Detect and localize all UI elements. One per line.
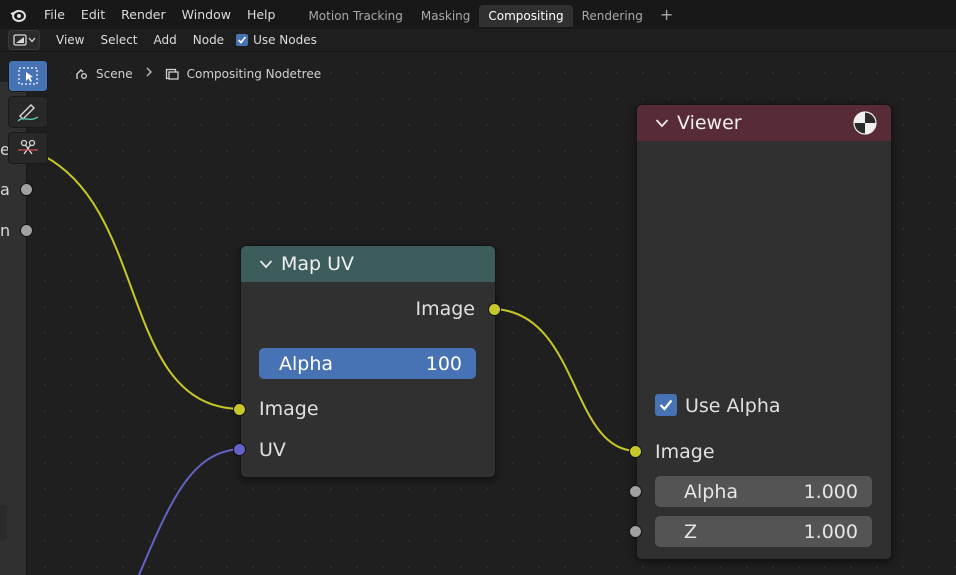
tab-rendering[interactable]: Rendering (573, 5, 652, 27)
tab-motion-tracking[interactable]: Motion Tracking (299, 5, 411, 27)
use-nodes-toggle[interactable]: Use Nodes (232, 33, 317, 47)
map-uv-input-image-label: Image (259, 398, 319, 420)
add-workspace-button[interactable]: + (652, 5, 681, 24)
link-mapuv-to-viewer (494, 308, 637, 452)
annotate-tool[interactable] (8, 96, 48, 128)
breadcrumb-scene[interactable]: Scene (96, 67, 133, 81)
left-node-label-fragment: n (0, 221, 11, 240)
viewer-z-label: Z (684, 520, 698, 543)
viewer-preview-toggle-icon[interactable] (853, 111, 877, 135)
viewer-alpha-label: Alpha (684, 480, 739, 503)
checkmark-icon (238, 36, 247, 44)
menu-window[interactable]: Window (174, 0, 239, 29)
map-uv-output-image-socket[interactable] (488, 303, 501, 316)
use-alpha-label: Use Alpha (685, 395, 781, 417)
blender-logo-icon[interactable] (0, 0, 36, 29)
editor-type-dropdown[interactable] (8, 30, 40, 50)
scissors-icon (18, 139, 38, 155)
map-uv-title: Map UV (281, 253, 355, 275)
link-left-to-mapuv-image (43, 155, 241, 410)
menu-edit[interactable]: Edit (73, 0, 113, 29)
header-menu-select[interactable]: Select (92, 33, 145, 47)
menu-render[interactable]: Render (113, 0, 174, 29)
tab-masking[interactable]: Masking (412, 5, 479, 27)
viewer-title: Viewer (677, 112, 742, 134)
collapse-chevron-icon[interactable] (259, 259, 273, 269)
collapse-chevron-icon[interactable] (655, 118, 669, 128)
map-uv-node[interactable]: Map UV Image Alpha 100 Image UV (240, 245, 496, 478)
use-nodes-label: Use Nodes (253, 33, 317, 47)
left-node-socket[interactable] (20, 224, 33, 237)
viewer-input-alpha-socket[interactable] (629, 485, 642, 498)
checkmark-icon (659, 399, 673, 411)
select-box-icon (18, 67, 38, 85)
scene-icon (76, 68, 87, 79)
viewer-node-header[interactable]: Viewer (637, 105, 891, 141)
menu-file[interactable]: File (36, 0, 73, 29)
left-node-label-fragment: a (0, 180, 10, 199)
map-uv-input-uv-socket[interactable] (233, 443, 246, 456)
node-editor-icon (12, 34, 27, 46)
map-uv-output-image-label: Image (415, 298, 475, 320)
header-menu-node[interactable]: Node (185, 33, 232, 47)
viewer-node[interactable]: Viewer Use Alpha Image Alpha 1.000 Z 1.0… (636, 104, 892, 560)
use-alpha-checkbox[interactable] (655, 394, 677, 416)
links-cut-tool[interactable] (8, 132, 48, 164)
viewer-input-z-socket[interactable] (629, 525, 642, 538)
menu-help[interactable]: Help (239, 0, 284, 29)
tool-shelf (8, 60, 50, 168)
viewer-z-value: 1.000 (803, 520, 858, 543)
viewer-z-field[interactable]: Z 1.000 (655, 516, 872, 547)
nodetree-icon (165, 68, 179, 80)
editor-header: View Select Add Node Use Nodes (0, 29, 956, 52)
map-uv-input-uv-label: UV (259, 439, 286, 461)
select-box-tool[interactable] (8, 60, 48, 92)
breadcrumb: Scene Compositing Nodetree (74, 66, 321, 81)
header-menu-view[interactable]: View (48, 33, 92, 47)
chevron-down-icon (28, 37, 35, 43)
map-uv-input-image-socket[interactable] (233, 403, 246, 416)
header-menu-add[interactable]: Add (146, 33, 185, 47)
tab-compositing[interactable]: Compositing (479, 4, 573, 27)
map-uv-alpha-field[interactable]: Alpha 100 (259, 348, 476, 379)
viewer-alpha-value: 1.000 (803, 480, 858, 503)
breadcrumb-nodetree[interactable]: Compositing Nodetree (187, 67, 322, 81)
map-uv-alpha-value: 100 (425, 352, 462, 375)
link-to-mapuv-uv (137, 448, 241, 575)
annotate-pencil-icon (17, 104, 39, 122)
top-menu-bar: File Edit Render Window Help Motion Trac… (0, 0, 956, 29)
side-panel-tab[interactable] (0, 505, 7, 541)
map-uv-alpha-label: Alpha (279, 352, 334, 375)
map-uv-node-header[interactable]: Map UV (241, 246, 495, 282)
node-canvas[interactable]: e a n Scene Compositing Nodetree Map UV … (0, 52, 956, 575)
use-nodes-checkbox[interactable] (236, 34, 249, 46)
viewer-input-image-socket[interactable] (629, 445, 642, 458)
viewer-input-image-label: Image (655, 441, 715, 463)
breadcrumb-separator-icon (145, 66, 153, 81)
viewer-alpha-field[interactable]: Alpha 1.000 (655, 476, 872, 507)
left-node-socket[interactable] (20, 183, 33, 196)
